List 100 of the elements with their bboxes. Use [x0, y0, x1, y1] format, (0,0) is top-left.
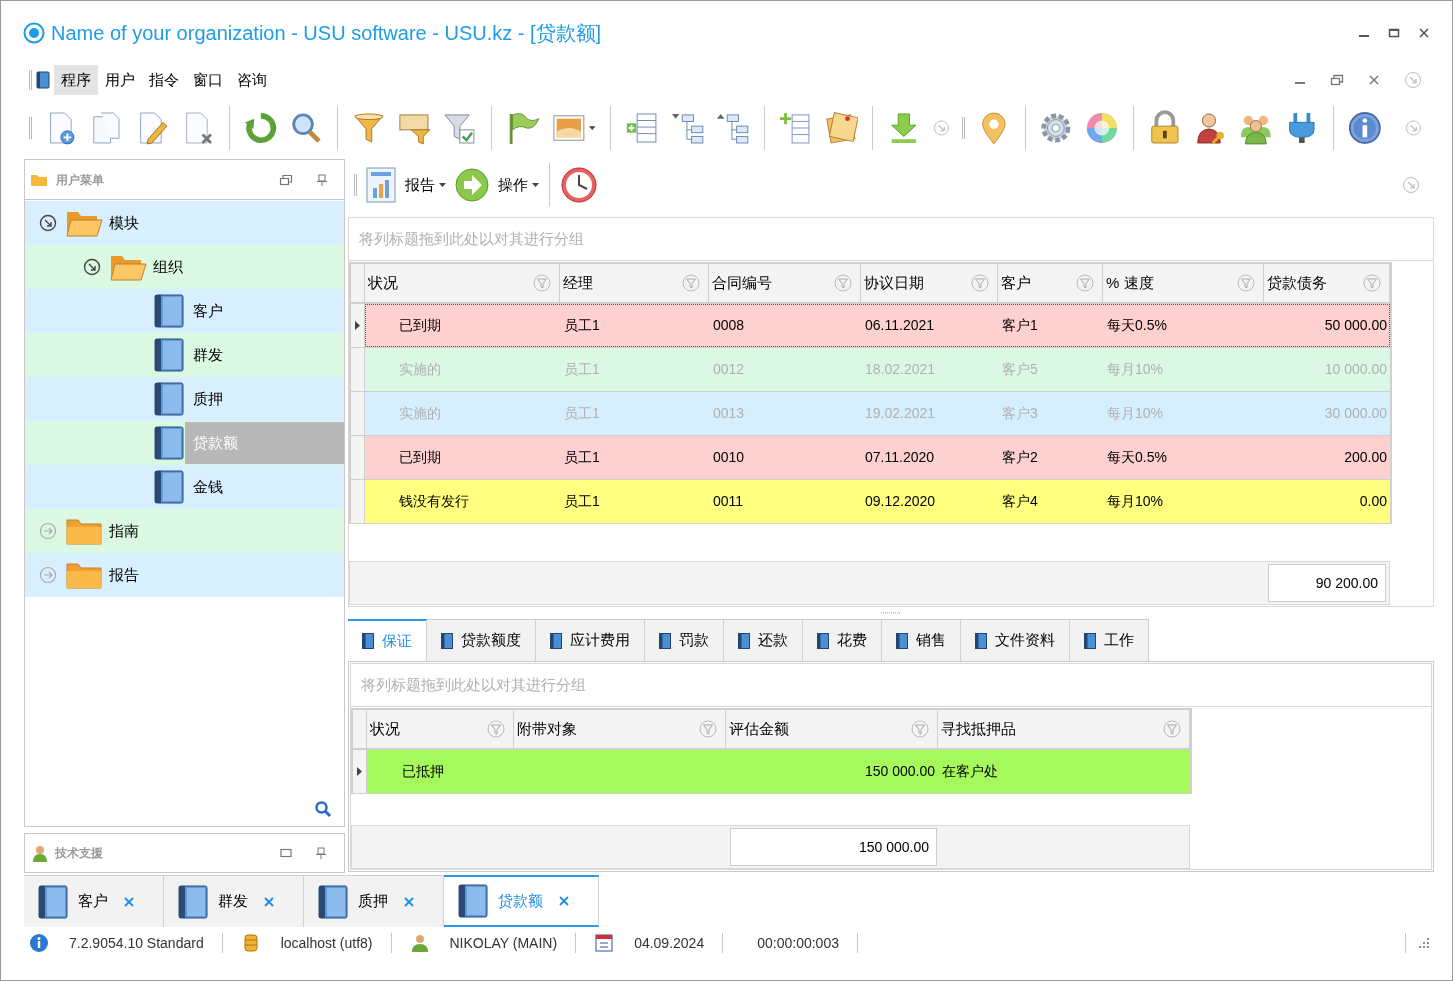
- arrow-circle-icon[interactable]: [1402, 176, 1420, 194]
- panel-title: 技术支援: [55, 845, 103, 862]
- filter-icon[interactable]: [1363, 274, 1381, 292]
- filter-icon[interactable]: [699, 720, 717, 738]
- row-indicator[interactable]: [351, 304, 365, 347]
- add-list-icon[interactable]: [779, 110, 813, 146]
- info-icon[interactable]: [1347, 110, 1382, 146]
- tab[interactable]: 还款: [724, 619, 803, 661]
- status-text: NIKOLAY (MAIN): [449, 933, 558, 953]
- filter-icon[interactable]: [1076, 274, 1094, 292]
- tab[interactable]: 应计费用: [536, 619, 645, 661]
- table-cell-text: 每天0.5%: [1107, 448, 1167, 467]
- column-header[interactable]: 经理: [560, 264, 709, 302]
- tab[interactable]: 保证: [348, 619, 427, 661]
- close-icon[interactable]: [404, 896, 414, 907]
- pin-icon[interactable]: [316, 847, 326, 859]
- folder-icon: [30, 172, 48, 187]
- collapse-toggle-icon[interactable]: [83, 258, 101, 276]
- user-icon: [31, 844, 49, 862]
- filter-icon[interactable]: [911, 720, 929, 738]
- tab[interactable]: 工作: [1070, 619, 1149, 661]
- document-tab[interactable]: 贷款额: [444, 875, 599, 927]
- filter-icon[interactable]: [533, 274, 551, 292]
- expand-toggle-icon[interactable]: [39, 566, 57, 584]
- maximize-icon[interactable]: [280, 848, 292, 858]
- column-header[interactable]: 协议日期: [861, 264, 998, 302]
- table-row[interactable]: 钱没有发行 员工1 0011 09.12.2020 客户4 每月10% 0.00: [365, 480, 1390, 523]
- dropdown-button[interactable]: 报告: [405, 173, 446, 197]
- pin-icon[interactable]: [317, 173, 327, 186]
- filter-icon[interactable]: [352, 110, 386, 146]
- restore-icon[interactable]: [1330, 74, 1344, 86]
- document-tab[interactable]: 质押: [304, 875, 444, 927]
- maximize-icon[interactable]: [1388, 27, 1400, 39]
- go-icon[interactable]: [454, 167, 490, 203]
- column-header[interactable]: 合同编号: [709, 264, 861, 302]
- tree-item[interactable]: 报告: [109, 563, 139, 587]
- filter-icon[interactable]: [1237, 274, 1255, 292]
- arrow-circle-icon[interactable]: [1405, 119, 1423, 137]
- notes-icon[interactable]: [824, 110, 859, 146]
- column-header[interactable]: 贷款债务: [1264, 264, 1390, 302]
- column-header[interactable]: 评估金额: [726, 710, 938, 748]
- tab[interactable]: 文件资料: [961, 619, 1070, 661]
- tree-item[interactable]: 组织: [153, 255, 183, 279]
- close-icon[interactable]: [264, 896, 274, 907]
- column-header[interactable]: 附带对象: [514, 710, 726, 748]
- column-header[interactable]: 客户: [998, 264, 1103, 302]
- close-icon[interactable]: [1418, 27, 1430, 39]
- close-icon[interactable]: [124, 896, 134, 907]
- document-tab[interactable]: 群发: [164, 875, 304, 927]
- close-icon[interactable]: [559, 896, 569, 906]
- calendar-icon: [594, 933, 615, 953]
- close-icon[interactable]: [1368, 74, 1380, 86]
- tab[interactable]: 罚款: [645, 619, 724, 661]
- book-icon: [153, 425, 185, 461]
- row-indicator[interactable]: [353, 750, 367, 793]
- folder-icon: [65, 516, 103, 546]
- filter-icon[interactable]: [1163, 720, 1181, 738]
- table-cell-text: 18.02.2021: [865, 360, 936, 379]
- menu-item[interactable]: 咨询: [230, 65, 274, 95]
- document-tab[interactable]: 客户: [24, 875, 164, 927]
- table-row[interactable]: 已抵押 150 000.00 在客户处: [367, 750, 1190, 793]
- arrow-circle-icon[interactable]: [1404, 71, 1422, 89]
- table-row[interactable]: 已到期 员工1 0010 07.11.2020 客户2 每天0.5% 200.00: [365, 436, 1390, 479]
- dropdown-button[interactable]: 操作: [498, 173, 539, 197]
- filter-icon[interactable]: [834, 274, 852, 292]
- table-cell-text: 客户4: [1002, 492, 1038, 511]
- info-icon: [29, 933, 49, 953]
- resize-grip-icon[interactable]: [1418, 937, 1430, 949]
- window-title: Name of your organization - USU software - USU.kz - [贷款额]: [51, 21, 602, 46]
- add-rows-icon[interactable]: [624, 110, 659, 146]
- filter-icon[interactable]: [971, 274, 989, 292]
- table-row[interactable]: 已到期 员工1 0008 06.11.2021 客户1 每天0.5% 50 000.00: [365, 304, 1390, 347]
- menu-item[interactable]: 用户: [98, 65, 142, 95]
- search-icon[interactable]: [314, 800, 332, 818]
- tab[interactable]: 贷款额度: [427, 619, 536, 661]
- caret-icon[interactable]: [589, 125, 597, 131]
- refresh-icon[interactable]: [243, 110, 278, 146]
- tree-item[interactable]: 模块: [109, 211, 139, 235]
- column-header[interactable]: 寻找抵押品: [938, 710, 1190, 748]
- tab[interactable]: 花费: [803, 619, 882, 661]
- menu-item[interactable]: 程序: [54, 65, 98, 95]
- expand-toggle-icon[interactable]: [39, 522, 57, 540]
- color-wheel-icon[interactable]: [1085, 110, 1119, 146]
- tree-item[interactable]: 指南: [109, 519, 139, 543]
- filter-icon[interactable]: [682, 274, 700, 292]
- report-icon[interactable]: [365, 166, 397, 204]
- table-cell-text: 实施的: [399, 404, 441, 423]
- collapse-toggle-icon[interactable]: [39, 214, 57, 232]
- restore-icon[interactable]: [279, 173, 293, 186]
- menu-item[interactable]: 窗口: [186, 65, 230, 95]
- book-icon: [1084, 632, 1096, 649]
- filter-icon[interactable]: [487, 720, 505, 738]
- column-header[interactable]: % 速度: [1103, 264, 1264, 302]
- arrow-circle-icon[interactable]: [933, 119, 950, 137]
- clock-icon[interactable]: [560, 166, 598, 204]
- column-header[interactable]: 状况: [367, 710, 514, 748]
- column-header[interactable]: 状况: [365, 264, 560, 302]
- tab[interactable]: 销售: [882, 619, 961, 661]
- menu-item[interactable]: 指令: [142, 65, 186, 95]
- book-icon: [153, 293, 185, 329]
